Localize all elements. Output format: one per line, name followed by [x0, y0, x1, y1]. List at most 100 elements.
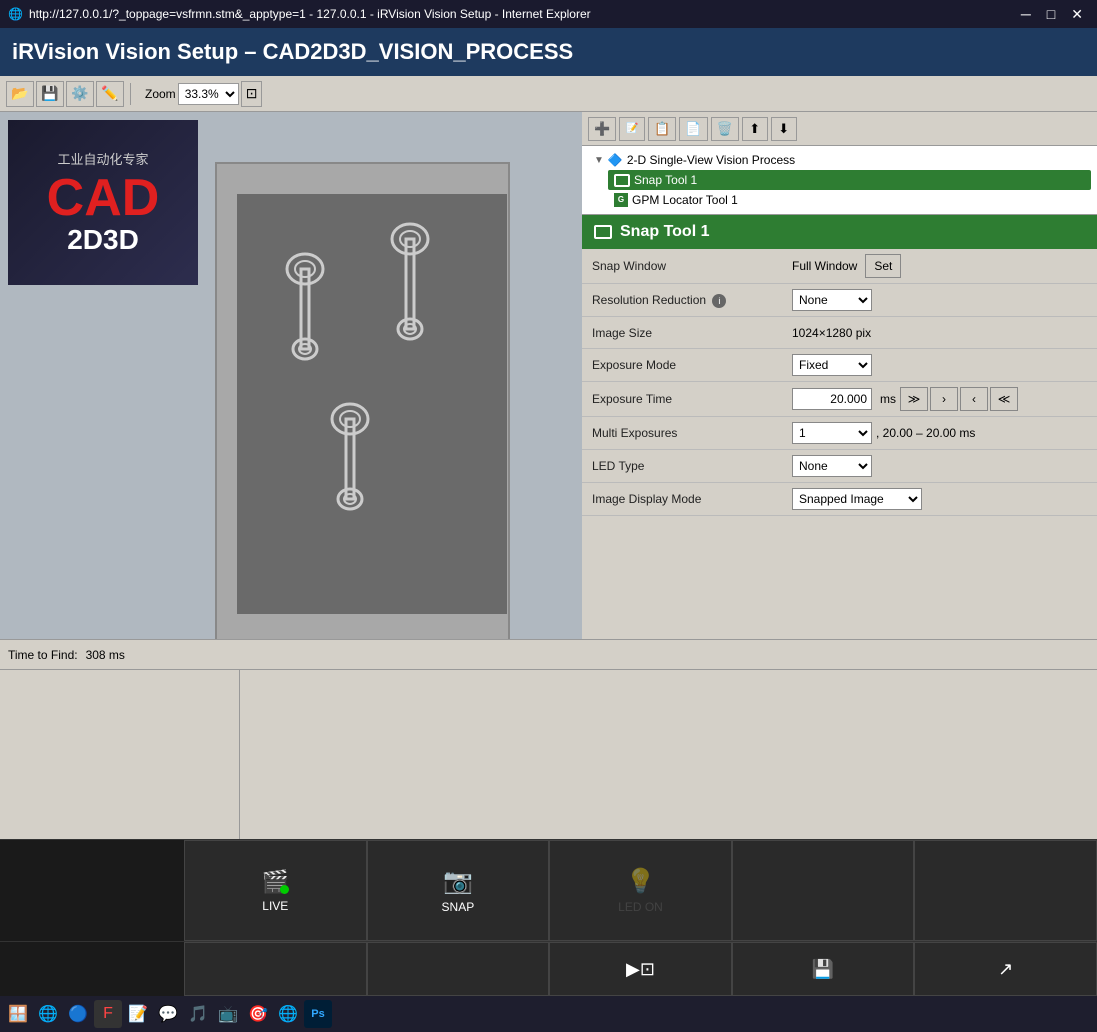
empty-row2-btn-2[interactable] — [367, 942, 550, 996]
move-down-button[interactable]: ⬇ — [771, 117, 797, 141]
snap-button[interactable]: 📷 SNAP — [367, 840, 550, 941]
bottom-buttons-row2: ▶⊡ 💾 ↗ — [0, 941, 1097, 996]
taskbar-word[interactable]: 📝 — [124, 1000, 152, 1028]
exposure-time-input[interactable] — [792, 388, 872, 410]
logo-main-text: CAD — [47, 172, 160, 224]
set-button[interactable]: Set — [865, 254, 901, 278]
maximize-button[interactable]: □ — [1041, 6, 1061, 23]
move-up-button[interactable]: ⬆ — [742, 117, 768, 141]
bottom-right-panel — [240, 670, 1097, 839]
exposure-time-label: Exposure Time — [592, 392, 792, 406]
snap-tool-label: Snap Tool 1 — [634, 173, 697, 187]
gpm-tool-label: GPM Locator Tool 1 — [632, 193, 738, 207]
prop-header: Snap Tool 1 — [582, 215, 1097, 249]
copy-button[interactable]: 📋 — [648, 117, 676, 141]
save-result-button[interactable]: 💾 — [732, 942, 915, 996]
snap-window-value: Full Window Set — [792, 254, 1087, 278]
led-on-button-label: LED ON — [618, 900, 663, 914]
pen-button[interactable]: ✏️ — [96, 81, 124, 107]
image-inner — [237, 194, 507, 614]
bottom-spacer-2 — [0, 942, 184, 996]
snap-window-text: Full Window — [792, 259, 857, 273]
tree-collapse-icon: ▼ — [594, 155, 604, 166]
exposure-time-value: ms ≫ › ‹ ≪ — [792, 387, 1087, 411]
taskbar-ie2[interactable]: 🌐 — [274, 1000, 302, 1028]
delete-button[interactable]: 🗑️ — [711, 117, 739, 141]
logo-sub-text: 2D3D — [67, 224, 139, 256]
led-icon: 💡 — [626, 867, 656, 896]
export-icon: ↗ — [998, 959, 1013, 980]
exposure-time-row: Exposure Time ms ≫ › ‹ ≪ — [582, 382, 1097, 417]
image-display-value: Snapped Image Live Image — [792, 488, 1087, 510]
tree-gpm-tool[interactable]: G GPM Locator Tool 1 — [608, 190, 1091, 210]
add-button[interactable]: ➕ — [588, 117, 616, 141]
exposure-small-up-button[interactable]: ‹ — [960, 387, 988, 411]
cad-logo: 工业自动化专家 CAD 2D3D — [8, 120, 198, 285]
taskbar-ie[interactable]: 🌐 — [34, 1000, 62, 1028]
taskbar-music[interactable]: 🎵 — [184, 1000, 212, 1028]
parts-visualization — [237, 194, 507, 614]
time-to-find-label: Time to Find: — [8, 648, 78, 662]
prop-header-icon — [594, 225, 612, 239]
multi-exposures-row: Multi Exposures 1 2 3 , 20.00 – 20.00 ms — [582, 417, 1097, 450]
snap-window-label: Snap Window — [592, 259, 792, 273]
fit-button[interactable]: ⊡ — [241, 81, 263, 107]
exposure-time-unit: ms — [880, 392, 896, 406]
multi-exposures-select[interactable]: 1 2 3 — [792, 422, 872, 444]
taskbar: 🪟 🌐 🔵 F 📝 💬 🎵 📺 🎯 🌐 Ps — [0, 996, 1097, 1032]
taskbar-video[interactable]: 📺 — [214, 1000, 242, 1028]
taskbar-ps[interactable]: Ps — [304, 1000, 332, 1028]
resolution-info-icon: i — [712, 294, 726, 308]
exposure-small-down-button[interactable]: › — [930, 387, 958, 411]
image-size-value: 1024×1280 pix — [792, 326, 1087, 340]
exposure-mode-row: Exposure Mode Fixed Auto — [582, 349, 1097, 382]
tree-snap-tool[interactable]: Snap Tool 1 — [608, 170, 1091, 190]
image-size-label: Image Size — [592, 326, 792, 340]
exposure-mode-select[interactable]: Fixed Auto — [792, 354, 872, 376]
settings-button[interactable]: ⚙️ — [66, 81, 94, 107]
taskbar-wechat[interactable]: 💬 — [154, 1000, 182, 1028]
resolution-value: None 2x 4x — [792, 289, 1087, 311]
live-icon-container: 🎬 — [262, 869, 289, 895]
zoom-select[interactable]: 33.3% 50% 100% — [178, 83, 239, 105]
exposure-large-up-button[interactable]: ≪ — [990, 387, 1018, 411]
play-next-icon: ▶⊡ — [626, 959, 655, 980]
tree-root-label: 2-D Single-View Vision Process — [627, 153, 795, 167]
app-title: iRVision Vision Setup – CAD2D3D_VISION_P… — [12, 39, 573, 65]
live-button-label: LIVE — [262, 899, 288, 913]
taskbar-app8[interactable]: 🎯 — [244, 1000, 272, 1028]
canvas-area: 工业自动化专家 CAD 2D3D — [0, 112, 582, 639]
exposure-large-down-button[interactable]: ≫ — [900, 387, 928, 411]
open-button[interactable]: 📂 — [6, 81, 34, 107]
minimize-button[interactable]: ─ — [1015, 6, 1037, 23]
save-button[interactable]: 💾 — [36, 81, 64, 107]
resolution-select[interactable]: None 2x 4x — [792, 289, 872, 311]
snap-button-label: SNAP — [442, 900, 475, 914]
taskbar-start[interactable]: 🪟 — [4, 1000, 32, 1028]
empty-row2-btn-1[interactable] — [184, 942, 367, 996]
paste-button[interactable]: 📄 — [679, 117, 707, 141]
snap-camera-icon: 📷 — [443, 867, 473, 896]
toolbar-sep-1 — [130, 83, 131, 105]
export-button[interactable]: ↗ — [914, 942, 1097, 996]
exposure-mode-value: Fixed Auto — [792, 354, 1087, 376]
rename-button[interactable]: 📝 — [619, 117, 645, 141]
main-toolbar: 📂 💾 ⚙️ ✏️ Zoom 33.3% 50% 100% ⊡ — [0, 76, 1097, 112]
tree-root[interactable]: ▼ 🔷 2-D Single-View Vision Process — [588, 150, 1091, 170]
resolution-label: Resolution Reduction i — [592, 293, 792, 308]
image-display-label: Image Display Mode — [592, 492, 792, 506]
image-display-select[interactable]: Snapped Image Live Image — [792, 488, 922, 510]
logo-subtitle: 工业自动化专家 — [57, 149, 148, 168]
empty-btn-1[interactable] — [732, 840, 915, 941]
app-header: iRVision Vision Setup – CAD2D3D_VISION_P… — [0, 28, 1097, 76]
led-type-row: LED Type None LED1 LED2 — [582, 450, 1097, 483]
taskbar-fanuc[interactable]: F — [94, 1000, 122, 1028]
empty-btn-2[interactable] — [914, 840, 1097, 941]
title-bar: 🌐 http://127.0.0.1/?_toppage=vsfrmn.stm&… — [0, 0, 1097, 28]
live-button[interactable]: 🎬 LIVE — [184, 840, 367, 941]
bottom-left-panel — [0, 670, 240, 839]
play-next-button[interactable]: ▶⊡ — [549, 942, 732, 996]
taskbar-chrome[interactable]: 🔵 — [64, 1000, 92, 1028]
close-button[interactable]: ✕ — [1065, 6, 1089, 23]
led-type-select[interactable]: None LED1 LED2 — [792, 455, 872, 477]
